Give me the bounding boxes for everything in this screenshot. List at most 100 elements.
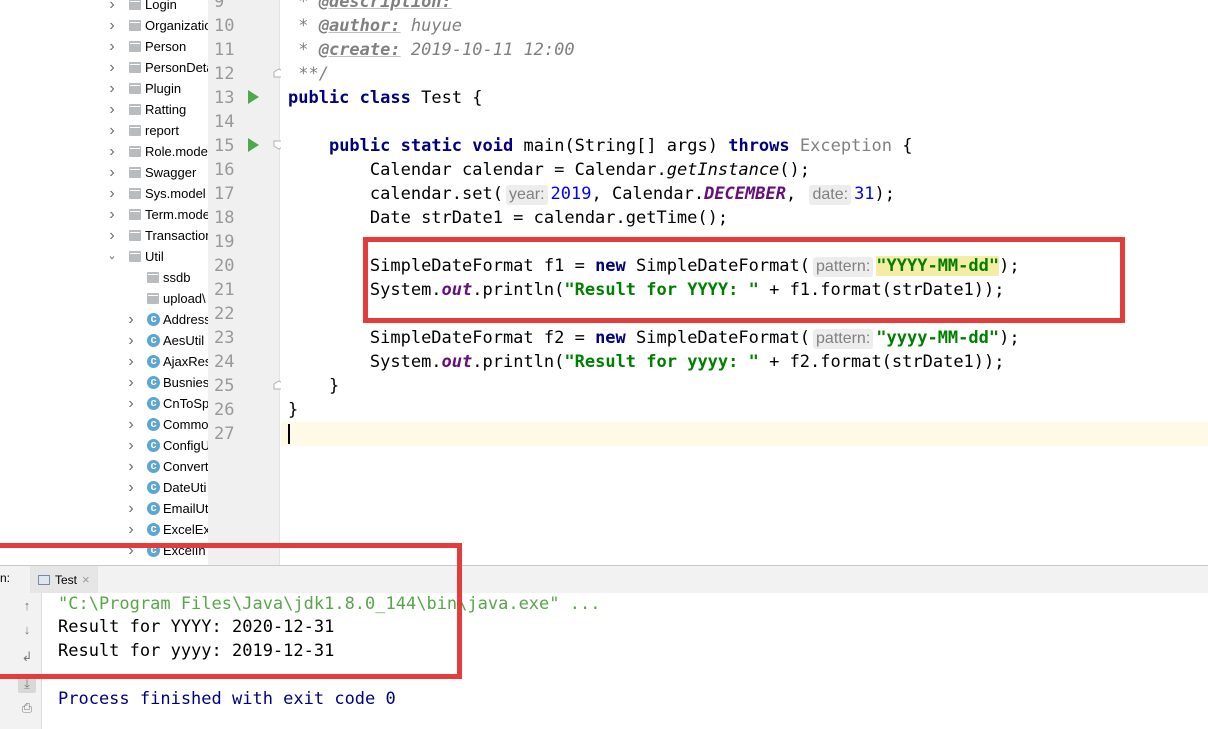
tree-item[interactable]: › Role.mode bbox=[0, 141, 208, 162]
tree-item-label: upload\ bbox=[163, 291, 206, 306]
line-number: 17 bbox=[214, 184, 235, 204]
tree-item[interactable]: ssdb bbox=[0, 267, 208, 288]
line-number: 22 bbox=[214, 304, 235, 324]
tree-item[interactable]: ⌄ Util bbox=[0, 246, 208, 267]
line-number: 24 bbox=[214, 352, 235, 372]
code-line-16: Calendar calendar = Calendar.getInstance… bbox=[288, 158, 810, 182]
chevron-right-icon[interactable]: › bbox=[106, 141, 118, 162]
tree-item[interactable]: › ExcelExp bbox=[0, 519, 208, 540]
doc-create-value: 2019-10-11 12:00 bbox=[410, 40, 575, 60]
param-hint-date: date: bbox=[809, 185, 852, 205]
chevron-right-icon[interactable]: › bbox=[125, 498, 137, 519]
chevron-right-icon[interactable]: › bbox=[125, 477, 137, 498]
chevron-right-icon[interactable]: › bbox=[125, 435, 137, 456]
tree-item[interactable]: › Term.mode bbox=[0, 204, 208, 225]
class-icon bbox=[147, 456, 160, 477]
code-text: Date strDate1 = calendar.getTime(); bbox=[369, 208, 729, 228]
class-icon bbox=[147, 330, 160, 351]
constant-december: DECEMBER bbox=[704, 184, 786, 204]
chevron-right-icon[interactable]: › bbox=[106, 162, 118, 183]
code-line-25: } bbox=[288, 374, 339, 398]
keyword-public: public bbox=[328, 136, 391, 156]
tree-item[interactable]: › Login bbox=[0, 0, 208, 15]
chevron-down-icon[interactable]: ⌄ bbox=[106, 246, 118, 267]
run-class-icon[interactable] bbox=[248, 90, 259, 104]
tree-item[interactable]: › report bbox=[0, 120, 208, 141]
chevron-right-icon[interactable]: › bbox=[125, 309, 137, 330]
line-number: 23 bbox=[214, 328, 235, 348]
param-hint-year: year: bbox=[505, 185, 548, 205]
tree-item[interactable]: › Ratting bbox=[0, 99, 208, 120]
chevron-right-icon[interactable]: › bbox=[106, 183, 118, 204]
class-icon bbox=[147, 519, 160, 540]
code-line-26: } bbox=[288, 398, 298, 422]
tree-item[interactable]: › DateUti bbox=[0, 477, 208, 498]
tree-item-label: Util bbox=[145, 249, 164, 264]
package-icon bbox=[129, 167, 141, 178]
print-icon[interactable]: ⎙ bbox=[18, 699, 36, 717]
tree-item[interactable]: › Swagger bbox=[0, 162, 208, 183]
current-line-highlight bbox=[281, 422, 1208, 446]
tree-item[interactable]: › Organizatio bbox=[0, 15, 208, 36]
class-icon bbox=[147, 477, 160, 498]
tree-item[interactable]: › AjaxRes bbox=[0, 351, 208, 372]
code-line-10: * @author: huyue bbox=[288, 16, 463, 36]
tree-item[interactable]: › Person bbox=[0, 36, 208, 57]
run-main-icon[interactable] bbox=[248, 138, 259, 152]
tree-item-label: Term.mode bbox=[145, 207, 208, 222]
chevron-right-icon[interactable]: › bbox=[106, 225, 118, 246]
chevron-right-icon[interactable]: › bbox=[125, 519, 137, 540]
tree-item[interactable]: › AesUtil bbox=[0, 330, 208, 351]
line-number: 20 bbox=[214, 256, 235, 276]
tree-item-label: CnToSp bbox=[163, 396, 208, 411]
class-icon bbox=[147, 309, 160, 330]
chevron-right-icon[interactable]: › bbox=[106, 15, 118, 36]
package-icon bbox=[129, 20, 141, 31]
tree-item[interactable]: › Sys.model bbox=[0, 183, 208, 204]
tree-item-label: Person bbox=[145, 39, 187, 54]
keyword-throws: throws bbox=[728, 136, 790, 156]
chevron-right-icon[interactable]: › bbox=[125, 456, 137, 477]
tree-item[interactable]: › Convert bbox=[0, 456, 208, 477]
chevron-right-icon[interactable]: › bbox=[125, 330, 137, 351]
chevron-right-icon[interactable]: › bbox=[106, 78, 118, 99]
package-icon bbox=[129, 0, 141, 10]
brace-close: } bbox=[288, 400, 299, 420]
keyword-class: class bbox=[359, 88, 411, 108]
tree-item[interactable]: › Transaction bbox=[0, 225, 208, 246]
tree-item[interactable]: › Address bbox=[0, 309, 208, 330]
line-number: 25 bbox=[214, 376, 235, 396]
line-number: 16 bbox=[214, 160, 235, 180]
tree-item[interactable]: › Busnies bbox=[0, 372, 208, 393]
chevron-right-icon[interactable]: › bbox=[106, 204, 118, 225]
code-text: System. bbox=[369, 352, 442, 372]
chevron-right-icon[interactable]: › bbox=[125, 372, 137, 393]
line-number: 12 bbox=[214, 64, 235, 84]
chevron-right-icon[interactable]: › bbox=[106, 120, 118, 141]
code-line-11: * @create: 2019-10-11 12:00 bbox=[288, 40, 575, 60]
chevron-right-icon[interactable]: › bbox=[125, 351, 137, 372]
package-icon bbox=[129, 209, 141, 220]
line-number: 14 bbox=[214, 112, 235, 132]
code-line-15: public static void main(String[] args) t… bbox=[288, 134, 913, 158]
doc-author-tag: @author: bbox=[318, 16, 401, 36]
tree-item[interactable]: › PersonDeta bbox=[0, 57, 208, 78]
tree-item[interactable]: › ConfigU bbox=[0, 435, 208, 456]
line-number: 9 bbox=[214, 0, 225, 12]
chevron-right-icon[interactable]: › bbox=[106, 36, 118, 57]
keyword-static: static bbox=[400, 136, 463, 156]
line-number: 19 bbox=[214, 232, 235, 252]
tree-item[interactable]: › CnToSp bbox=[0, 393, 208, 414]
tree-item-label: Busnies bbox=[163, 375, 208, 390]
chevron-right-icon[interactable]: › bbox=[125, 393, 137, 414]
tree-item[interactable]: upload\ bbox=[0, 288, 208, 309]
tree-item[interactable]: › EmailUt bbox=[0, 498, 208, 519]
tree-item[interactable]: › Commo bbox=[0, 414, 208, 435]
chevron-right-icon[interactable]: › bbox=[125, 414, 137, 435]
param-hint-pattern: pattern: bbox=[813, 329, 874, 349]
code-text: + f2.format(strDate1)); bbox=[758, 352, 1005, 372]
chevron-right-icon[interactable]: › bbox=[106, 57, 118, 78]
tree-item[interactable]: › Plugin bbox=[0, 78, 208, 99]
chevron-right-icon[interactable]: › bbox=[106, 99, 118, 120]
chevron-right-icon[interactable]: › bbox=[106, 0, 118, 15]
